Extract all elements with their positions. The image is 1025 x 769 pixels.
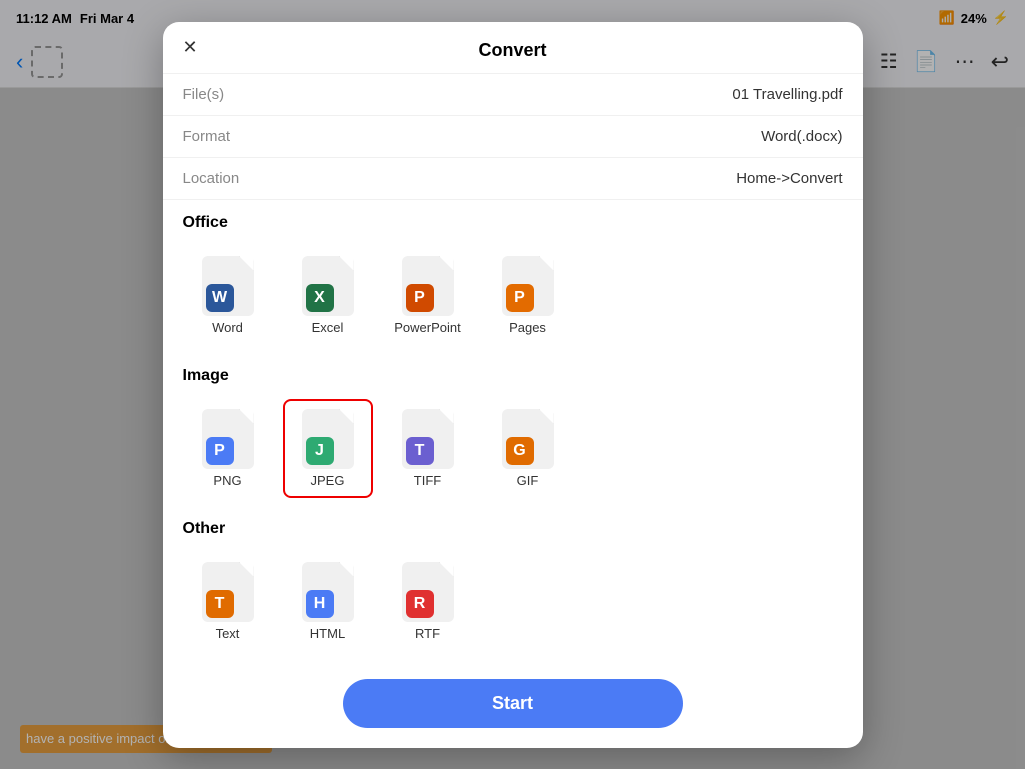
- powerpoint-icon: P: [402, 256, 454, 316]
- word-badge: W: [206, 284, 234, 312]
- format-gif[interactable]: G GIF: [483, 399, 573, 498]
- pages-badge: P: [506, 284, 534, 312]
- powerpoint-label: PowerPoint: [394, 320, 460, 335]
- jpeg-icon: J: [302, 409, 354, 469]
- location-row: Location Home->Convert: [163, 158, 863, 200]
- png-icon: P: [202, 409, 254, 469]
- modal-close-button[interactable]: ✕: [183, 38, 198, 56]
- convert-modal: ✕ Convert File(s) 01 Travelling.pdf Form…: [163, 22, 863, 748]
- tiff-badge: T: [406, 437, 434, 465]
- format-value: Word(.docx): [761, 128, 842, 145]
- files-row: File(s) 01 Travelling.pdf: [163, 74, 863, 116]
- rtf-icon: R: [402, 562, 454, 622]
- tiff-label: TIFF: [414, 473, 441, 488]
- jpeg-label: JPEG: [311, 473, 345, 488]
- png-label: PNG: [213, 473, 241, 488]
- html-badge: H: [306, 590, 334, 618]
- gif-badge: G: [506, 437, 534, 465]
- image-section-label: Image: [163, 353, 863, 391]
- tiff-icon: T: [402, 409, 454, 469]
- word-icon: W: [202, 256, 254, 316]
- word-label: Word: [212, 320, 243, 335]
- image-grid: P PNG J JPEG T: [163, 391, 863, 506]
- html-icon: H: [302, 562, 354, 622]
- office-grid: W Word X Excel P: [163, 238, 863, 353]
- jpeg-badge: J: [306, 437, 334, 465]
- format-text[interactable]: T Text: [183, 552, 273, 651]
- location-value: Home->Convert: [736, 170, 842, 187]
- format-excel[interactable]: X Excel: [283, 246, 373, 345]
- files-value: 01 Travelling.pdf: [732, 86, 842, 103]
- files-label: File(s): [183, 86, 225, 103]
- start-button-container: Start: [163, 659, 863, 748]
- format-pages[interactable]: P Pages: [483, 246, 573, 345]
- gif-label: GIF: [517, 473, 539, 488]
- png-badge: P: [206, 437, 234, 465]
- start-button[interactable]: Start: [343, 679, 683, 728]
- rtf-label: RTF: [415, 626, 440, 641]
- powerpoint-badge: P: [406, 284, 434, 312]
- location-label: Location: [183, 170, 240, 187]
- format-powerpoint[interactable]: P PowerPoint: [383, 246, 473, 345]
- pages-label: Pages: [509, 320, 546, 335]
- format-png[interactable]: P PNG: [183, 399, 273, 498]
- pages-icon: P: [502, 256, 554, 316]
- text-label: Text: [216, 626, 240, 641]
- excel-label: Excel: [312, 320, 344, 335]
- format-row: Format Word(.docx): [163, 116, 863, 158]
- format-tiff[interactable]: T TIFF: [383, 399, 473, 498]
- format-rtf[interactable]: R RTF: [383, 552, 473, 651]
- office-section-label: Office: [163, 200, 863, 238]
- rtf-badge: R: [406, 590, 434, 618]
- format-jpeg[interactable]: J JPEG: [283, 399, 373, 498]
- gif-icon: G: [502, 409, 554, 469]
- format-label: Format: [183, 128, 231, 145]
- modal-header: ✕ Convert: [163, 22, 863, 74]
- modal-title: Convert: [478, 40, 546, 61]
- excel-icon: X: [302, 256, 354, 316]
- other-section-label: Other: [163, 506, 863, 544]
- html-label: HTML: [310, 626, 345, 641]
- modal-overlay: ✕ Convert File(s) 01 Travelling.pdf Form…: [0, 0, 1025, 769]
- excel-badge: X: [306, 284, 334, 312]
- text-badge: T: [206, 590, 234, 618]
- format-html[interactable]: H HTML: [283, 552, 373, 651]
- format-word[interactable]: W Word: [183, 246, 273, 345]
- text-icon: T: [202, 562, 254, 622]
- other-grid: T Text H HTML R: [163, 544, 863, 659]
